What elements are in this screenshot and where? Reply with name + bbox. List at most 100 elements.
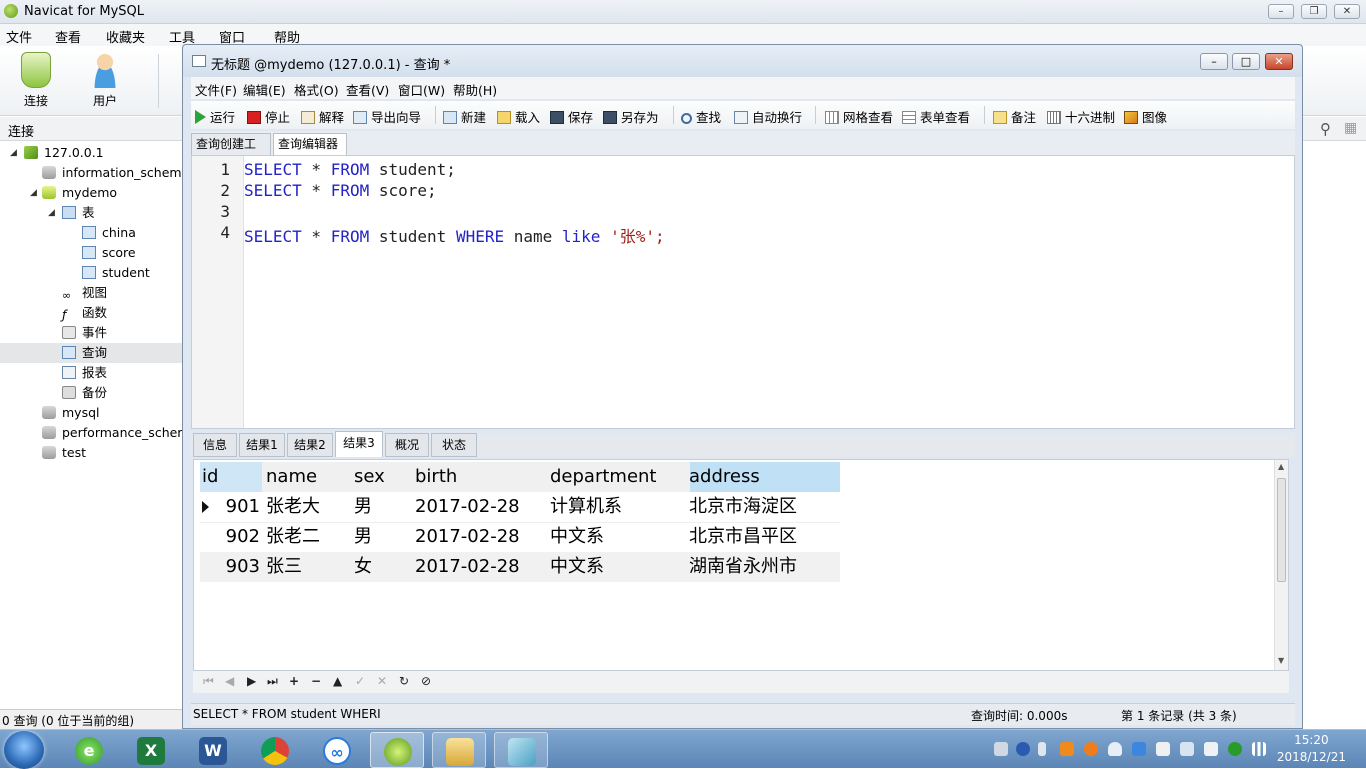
cell-sex[interactable]: 男 — [354, 522, 372, 552]
confirm-icon[interactable]: ✓ — [355, 674, 365, 688]
sql-editor[interactable]: 1 2 3 4 SELECT * FROM student; SELECT * … — [191, 155, 1295, 429]
tab-query-builder[interactable]: 查询创建工具 — [191, 133, 271, 171]
tree-node-backups[interactable]: 备份 — [62, 383, 107, 403]
cell-department[interactable]: 计算机系 — [550, 492, 622, 522]
image-button[interactable]: 图像 — [1124, 107, 1167, 126]
taskbar-app-notes[interactable] — [494, 732, 548, 768]
menu-file[interactable]: 文件 — [6, 27, 32, 46]
collapse-toggle-icon[interactable]: ◢ — [48, 203, 55, 223]
tree-node-performance-schema[interactable]: performance_schema — [42, 423, 182, 443]
search-icon[interactable]: ⚲ — [1320, 120, 1331, 138]
memo-button[interactable]: 备注 — [993, 107, 1036, 126]
tab-result-2[interactable]: 结果2 — [287, 433, 333, 457]
display-tray-icon[interactable] — [1180, 742, 1194, 756]
cell-department[interactable]: 中文系 — [550, 522, 604, 552]
tree-node-test[interactable]: test — [42, 443, 86, 463]
taskbar-app-word[interactable]: W — [186, 732, 240, 768]
stop-button[interactable]: 停止 — [247, 107, 290, 126]
cell-birth[interactable]: 2017-02-28 — [415, 522, 520, 552]
grid-view-button[interactable]: 网格查看 — [825, 107, 893, 126]
grid-view-icon[interactable]: ▦ — [1344, 120, 1357, 136]
tray-handle-icon[interactable] — [1038, 742, 1046, 756]
update-tray-icon[interactable] — [1084, 742, 1098, 756]
taskbar-app-navicat[interactable] — [370, 732, 424, 768]
add-tray-icon[interactable] — [1228, 742, 1242, 756]
column-header-birth[interactable]: birth — [415, 462, 457, 492]
cell-id[interactable]: 902 — [218, 522, 260, 552]
keyboard-tray-icon[interactable] — [994, 742, 1008, 756]
query-close-button[interactable]: ✕ — [1265, 53, 1293, 70]
cell-birth[interactable]: 2017-02-28 — [415, 492, 520, 522]
column-header-sex[interactable]: sex — [354, 462, 385, 492]
export-wizard-button[interactable]: 导出向导 — [353, 107, 421, 126]
form-view-button[interactable]: 表单查看 — [902, 107, 970, 126]
qmenu-file[interactable]: 文件(F) — [195, 80, 237, 99]
query-minimize-button[interactable]: – — [1200, 53, 1228, 70]
cell-address[interactable]: 北京市海淀区 — [689, 492, 797, 522]
save-as-button[interactable]: 另存为 — [603, 107, 659, 126]
collapse-toggle-icon[interactable]: ◢ — [30, 183, 37, 203]
tree-node-queries[interactable]: 查询 — [0, 343, 182, 363]
cell-name[interactable]: 张三 — [266, 552, 302, 582]
load-button[interactable]: 载入 — [497, 107, 540, 126]
user-button[interactable]: 用户 — [77, 52, 133, 109]
tree-node-mysql[interactable]: mysql — [42, 403, 100, 423]
cell-birth[interactable]: 2017-02-28 — [415, 552, 520, 582]
cell-address[interactable]: 湖南省永州市 — [689, 552, 797, 582]
scroll-up-icon[interactable]: ▲ — [1278, 462, 1284, 471]
tree-node-events[interactable]: 事件 — [62, 323, 107, 343]
column-header-name[interactable]: name — [266, 462, 317, 492]
scroll-down-icon[interactable]: ▼ — [1278, 656, 1284, 665]
connect-button[interactable]: 连接 — [8, 52, 64, 109]
delete-record-icon[interactable]: − — [311, 674, 321, 688]
tree-node-reports[interactable]: 报表 — [62, 363, 107, 383]
network-tray-icon[interactable] — [1132, 742, 1146, 756]
tree-node-mydemo[interactable]: mydemo — [42, 183, 117, 203]
sql-line-2[interactable]: SELECT * FROM score; — [244, 181, 437, 200]
cell-sex[interactable]: 女 — [354, 552, 372, 582]
new-button[interactable]: 新建 — [443, 107, 486, 126]
add-record-icon[interactable]: + — [289, 674, 299, 688]
tab-info[interactable]: 信息 — [193, 433, 237, 457]
refresh-icon[interactable]: ↻ — [399, 674, 409, 688]
sql-line-4[interactable]: SELECT * FROM student WHERE name like '张… — [244, 223, 665, 247]
tree-node-information-schema[interactable]: information_schema — [42, 163, 182, 183]
help-tray-icon[interactable] — [1016, 742, 1030, 756]
taskbar-app-explorer[interactable] — [432, 732, 486, 768]
tree-node-table-china[interactable]: china — [82, 223, 136, 243]
scrollbar-thumb[interactable] — [1277, 478, 1286, 582]
cell-id[interactable]: 901 — [218, 492, 260, 522]
restore-button[interactable]: ❐ — [1301, 4, 1327, 19]
close-button[interactable]: ✕ — [1334, 4, 1360, 19]
qmenu-window[interactable]: 窗口(W) — [398, 80, 445, 99]
next-record-icon[interactable]: ▶ — [247, 674, 256, 688]
find-button[interactable]: 查找 — [681, 107, 721, 126]
run-button[interactable]: 运行 — [195, 107, 235, 126]
cell-name[interactable]: 张老大 — [266, 492, 320, 522]
tree-node-tables[interactable]: 表 — [62, 203, 95, 223]
tree-node-table-score[interactable]: score — [82, 243, 136, 263]
word-wrap-button[interactable]: 自动换行 — [734, 107, 802, 126]
volume-tray-icon[interactable] — [1156, 742, 1170, 756]
taskbar-app-chrome[interactable] — [248, 732, 302, 768]
tab-query-editor[interactable]: 查询编辑器 — [273, 133, 347, 155]
save-button[interactable]: 保存 — [550, 107, 593, 126]
tab-status[interactable]: 状态 — [431, 433, 477, 457]
minimize-button[interactable]: – — [1268, 4, 1294, 19]
explain-button[interactable]: 解释 — [301, 107, 344, 126]
qmenu-help[interactable]: 帮助(H) — [453, 80, 497, 99]
tree-node-server[interactable]: 127.0.0.1 — [24, 143, 104, 163]
qmenu-format[interactable]: 格式(O) — [294, 80, 339, 99]
taskbar-app-cloud[interactable]: ∞ — [310, 732, 364, 768]
qmenu-edit[interactable]: 编辑(E) — [243, 80, 286, 99]
security-tray-icon[interactable] — [1060, 742, 1074, 756]
sql-line-1[interactable]: SELECT * FROM student; — [244, 160, 456, 179]
tree-node-functions[interactable]: ƒ 函数 — [62, 303, 107, 323]
qmenu-view[interactable]: 查看(V) — [346, 80, 389, 99]
cell-name[interactable]: 张老二 — [266, 522, 320, 552]
cell-id[interactable]: 903 — [218, 552, 260, 582]
taskbar-app-browser[interactable]: e — [62, 732, 116, 768]
first-record-icon[interactable]: ⏮ — [203, 674, 214, 689]
apply-changes-icon[interactable]: ▲ — [333, 674, 342, 688]
taskbar-app-excel[interactable]: X — [124, 732, 178, 768]
